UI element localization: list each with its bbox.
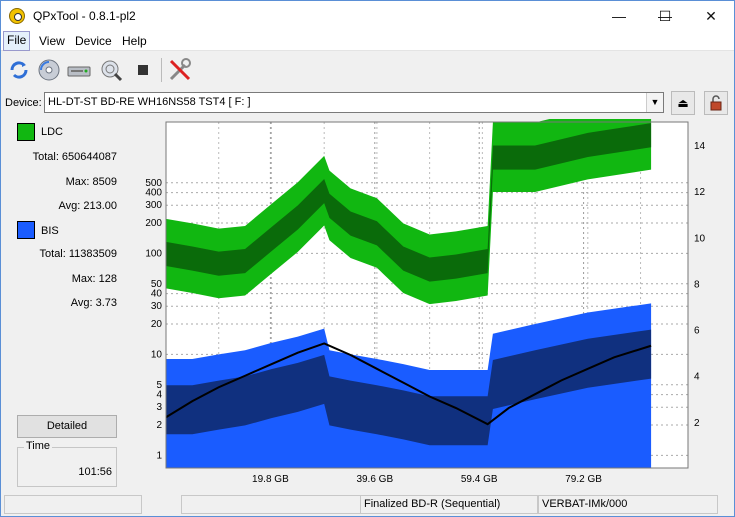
x-tick-label: 19.8 GB [252, 474, 289, 485]
y-left-tick-label: 30 [151, 301, 163, 312]
tools-icon[interactable] [166, 56, 194, 84]
maximize-window-button[interactable]: ☐ [642, 1, 688, 31]
app-logo-icon [9, 8, 25, 24]
y-right-tick-label: 8 [694, 279, 700, 290]
status-cell-1 [4, 495, 142, 514]
stop-icon[interactable] [129, 56, 157, 84]
time-value: 101:56 [78, 466, 112, 478]
y-right-tick-label: 4 [694, 372, 700, 383]
scan-icon[interactable] [97, 56, 125, 84]
toolbar [1, 52, 734, 88]
y-left-tick-label: 200 [145, 218, 162, 229]
y-left-tick-label: 3 [156, 402, 162, 413]
app-window: QPxTool - 0.8.1-pl2 — — ☐ ✕ File View De… [0, 0, 735, 517]
bis-total: Total: 11383509 [39, 248, 117, 260]
y-left-tick-label: 300 [145, 200, 162, 211]
status-media-id: VERBAT-IMk/000 [538, 495, 718, 514]
disc-icon[interactable] [35, 56, 63, 84]
y-left-tick-label: 20 [151, 319, 163, 330]
minimize-window-button[interactable]: — [596, 1, 642, 31]
status-bar: Finalized BD-R (Sequential) VERBAT-IMk/0… [1, 493, 734, 516]
eject-button[interactable]: ⏏ [671, 91, 695, 115]
y-left-tick-label: 500 [145, 178, 162, 189]
menu-view[interactable]: View [39, 34, 65, 48]
ldc-total: Total: 650644087 [32, 151, 117, 163]
device-select-value: HL-DT-ST BD-RE WH16NS58 TST4 [ F: ] [48, 96, 251, 108]
bis-avg: Avg: 3.73 [70, 297, 117, 309]
menu-file[interactable]: File [2, 31, 31, 51]
device-select[interactable]: HL-DT-ST BD-RE WH16NS58 TST4 [ F: ] ▼ [44, 92, 664, 113]
x-tick-label: 39.6 GB [356, 474, 393, 485]
menu-help[interactable]: Help [122, 34, 147, 48]
lock-icon [710, 95, 722, 111]
device-label: Device: [5, 97, 42, 109]
menu-bar: File View Device Help [1, 31, 734, 51]
y-right-tick-label: 10 [694, 233, 706, 244]
device-row: Device: HL-DT-ST BD-RE WH16NS58 TST4 [ F… [1, 89, 734, 117]
y-left-tick-label: 50 [151, 279, 163, 290]
y-right-tick-label: 14 [694, 141, 706, 152]
ldc-legend-label: LDC [41, 126, 64, 138]
x-tick-label: 79.2 GB [565, 474, 602, 485]
status-media-state: Finalized BD-R (Sequential) [360, 495, 538, 514]
y-left-tick-label: 1 [156, 450, 162, 461]
y-left-tick-label: 10 [151, 349, 163, 360]
y-left-tick-label: 40 [151, 289, 163, 300]
quality-chart: 1234510203040501002003004005002468101214… [145, 100, 706, 485]
bis-max: Max: 128 [71, 273, 117, 285]
chevron-down-icon[interactable]: ▼ [646, 93, 663, 112]
y-right-tick-label: 6 [694, 326, 700, 337]
y-left-tick-label: 100 [145, 248, 162, 259]
stats-panel: LDC Total: 650644087 Max: 8509 Avg: 213.… [11, 121, 121, 489]
ldc-avg: Avg: 213.00 [58, 200, 117, 212]
time-label: Time [24, 440, 53, 452]
y-left-tick-label: 2 [156, 420, 162, 431]
x-tick-label: 59.4 GB [461, 474, 498, 485]
y-right-tick-label: 2 [694, 418, 700, 429]
y-left-tick-label: 5 [156, 380, 162, 391]
y-left-tick-label: 4 [156, 390, 162, 401]
y-right-tick-label: 12 [694, 187, 706, 198]
drive-icon[interactable] [65, 56, 93, 84]
ldc-legend-swatch [17, 123, 35, 141]
ldc-max: Max: 8509 [65, 176, 117, 188]
bis-legend-swatch [17, 221, 35, 239]
window-title: QPxTool - 0.8.1-pl2 [33, 9, 136, 23]
chart-area: 1 2 3 4 5 10 20 30 40 50 100 200 300 400 500 2 4 6 8 10 12 14… [124, 100, 734, 491]
time-group: Time 101:56 [17, 440, 117, 487]
refresh-icon[interactable] [5, 56, 33, 84]
lock-button[interactable] [704, 91, 728, 115]
y-left-tick-label: 400 [145, 188, 162, 199]
close-window-button[interactable]: ✕ [688, 1, 734, 31]
bis-legend-label: BIS [41, 225, 59, 237]
detailed-button[interactable]: Detailed [17, 415, 117, 438]
menu-device[interactable]: Device [75, 34, 112, 48]
status-cell-2 [181, 495, 361, 514]
toolbar-separator [161, 58, 162, 82]
eject-icon: ⏏ [677, 96, 689, 110]
